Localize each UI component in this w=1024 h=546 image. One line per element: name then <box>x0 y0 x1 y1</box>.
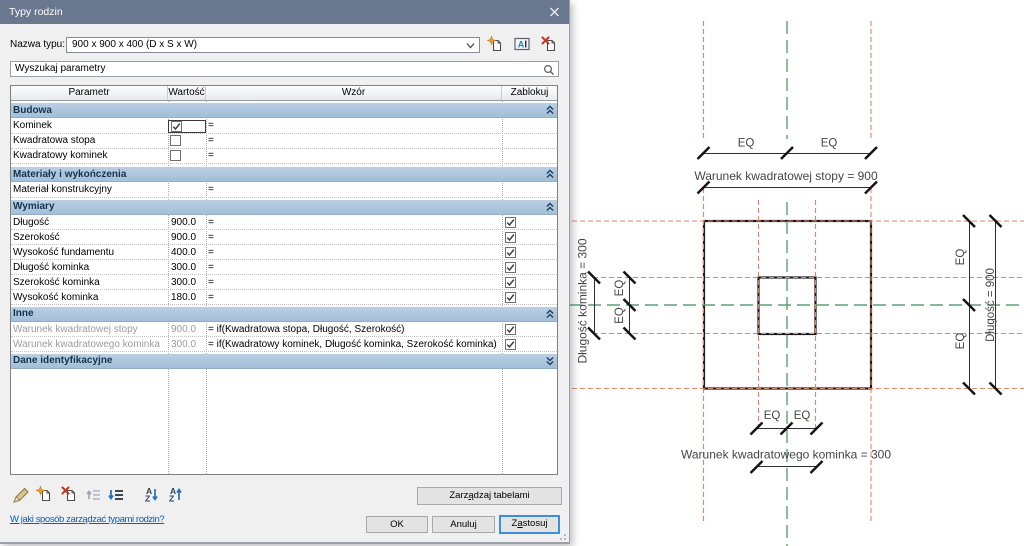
svg-text:EQ: EQ <box>764 410 781 422</box>
svg-text:Długość = 900: Długość = 900 <box>985 268 997 342</box>
svg-text:EQ: EQ <box>614 280 626 297</box>
svg-text:Warunek kwadratowej stopy = 90: Warunek kwadratowej stopy = 900 <box>694 169 878 183</box>
svg-text:EQ: EQ <box>794 410 811 422</box>
svg-text:EQ: EQ <box>614 307 626 324</box>
svg-text:Warunek kwadratowego kominka =: Warunek kwadratowego kominka = 300 <box>681 448 891 462</box>
svg-text:Z: Z <box>169 494 174 504</box>
svg-text:EQ: EQ <box>738 138 755 150</box>
svg-text:A: A <box>518 40 525 50</box>
svg-text:Z: Z <box>145 494 150 504</box>
svg-text:EQ: EQ <box>821 138 838 150</box>
svg-text:EQ: EQ <box>955 249 967 266</box>
svg-text:EQ: EQ <box>955 333 967 350</box>
svg-text:Długość kominka = 300: Długość kominka = 300 <box>576 238 590 363</box>
